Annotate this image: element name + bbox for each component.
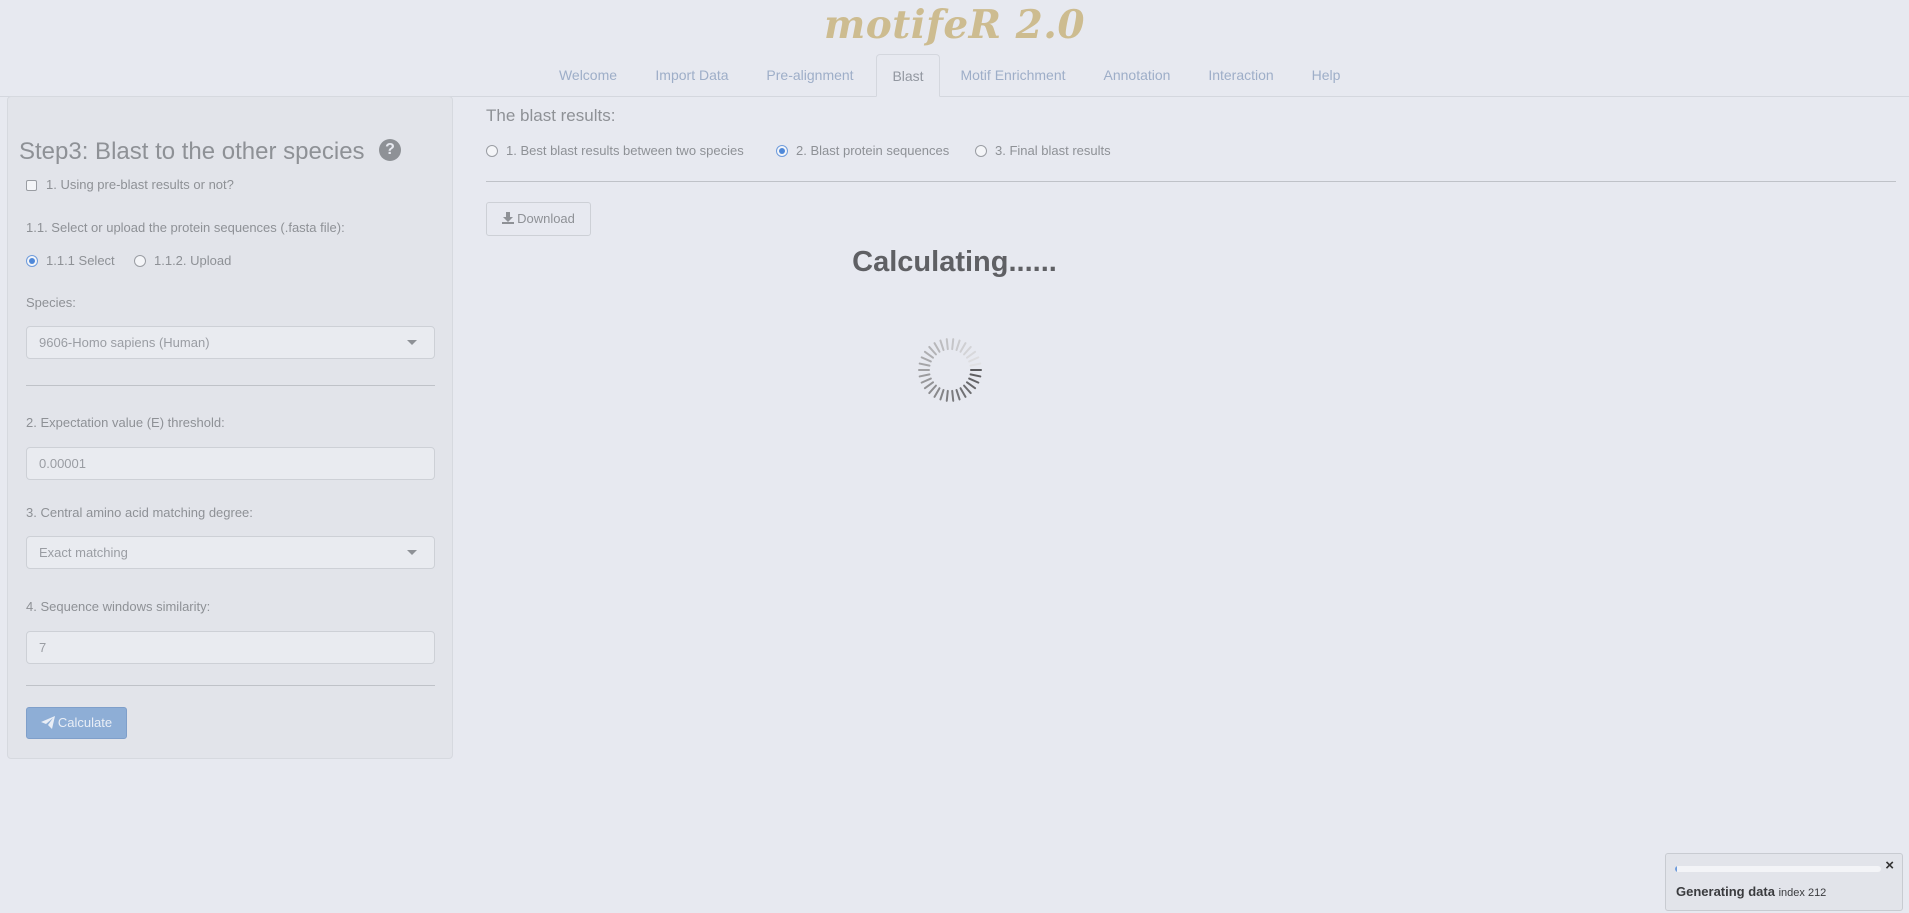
result-option-1-label: 1. Best blast results between two specie… xyxy=(506,143,744,158)
tab-welcome[interactable]: Welcome xyxy=(550,54,626,95)
result-option-3-radio[interactable] xyxy=(975,145,987,157)
species-value: 9606-Homo sapiens (Human) xyxy=(39,335,210,350)
tab-blast[interactable]: Blast xyxy=(876,54,940,97)
results-divider xyxy=(486,181,1896,182)
species-select[interactable]: 9606-Homo sapiens (Human) xyxy=(26,326,435,359)
tab-motif-enrichment[interactable]: Motif Enrichment xyxy=(952,54,1074,95)
download-button[interactable]: Download xyxy=(486,202,591,236)
select-upload-label: 1.1. Select or upload the protein sequen… xyxy=(26,220,345,235)
central-value: Exact matching xyxy=(39,545,128,560)
evalue-label: 2. Expectation value (E) threshold: xyxy=(26,415,225,430)
nav-tabs: Welcome Import Data Pre-alignment Blast … xyxy=(0,54,1909,97)
chevron-down-icon xyxy=(407,550,417,555)
tab-import-data[interactable]: Import Data xyxy=(645,54,739,95)
app-title: motifeR 2.0 xyxy=(823,2,1086,48)
calculating-text: Calculating...... xyxy=(852,246,1057,278)
sidebar-divider xyxy=(26,685,435,686)
calculate-label: Calculate xyxy=(57,715,113,730)
central-label: 3. Central amino acid matching degree: xyxy=(26,505,253,520)
loading-spinner-icon xyxy=(918,338,982,402)
sidebar-divider xyxy=(26,385,435,386)
similarity-input[interactable]: 7 xyxy=(26,631,435,664)
preblast-checkbox[interactable] xyxy=(26,180,37,191)
sidebar-title: Step3: Blast to the other species xyxy=(19,138,365,165)
question-circle-icon[interactable]: ? xyxy=(379,139,401,161)
tab-annotation[interactable]: Annotation xyxy=(1093,54,1181,95)
central-select[interactable]: Exact matching xyxy=(26,536,435,569)
results-title: The blast results: xyxy=(486,106,616,125)
result-option-2-label: 2. Blast protein sequences xyxy=(796,143,950,158)
preblast-label: 1. Using pre-blast results or not? xyxy=(46,177,234,192)
species-label: Species: xyxy=(26,295,76,310)
tab-help[interactable]: Help xyxy=(1302,54,1350,95)
paper-plane-icon xyxy=(40,716,55,729)
similarity-label: 4. Sequence windows similarity: xyxy=(26,599,211,614)
chevron-down-icon xyxy=(407,340,417,345)
notification-progress-fill xyxy=(1675,866,1678,872)
notification-progress-bar xyxy=(1675,866,1881,872)
close-icon[interactable]: × xyxy=(1885,857,1894,874)
notification-message: Generating data index 212 xyxy=(1676,884,1826,899)
download-icon xyxy=(502,212,515,224)
tab-interaction[interactable]: Interaction xyxy=(1200,54,1282,95)
calculate-button[interactable]: Calculate xyxy=(26,707,127,739)
result-option-1-radio[interactable] xyxy=(486,145,498,157)
progress-notification: × Generating data index 212 xyxy=(1665,853,1903,911)
notification-detail: index 212 xyxy=(1778,887,1827,899)
notification-title: Generating data xyxy=(1676,884,1775,899)
result-option-3-label: 3. Final blast results xyxy=(995,143,1111,158)
evalue-input[interactable]: 0.00001 xyxy=(26,447,435,480)
download-label: Download xyxy=(517,211,575,226)
result-option-2-radio[interactable] xyxy=(776,145,788,157)
tab-pre-alignment[interactable]: Pre-alignment xyxy=(757,54,863,95)
